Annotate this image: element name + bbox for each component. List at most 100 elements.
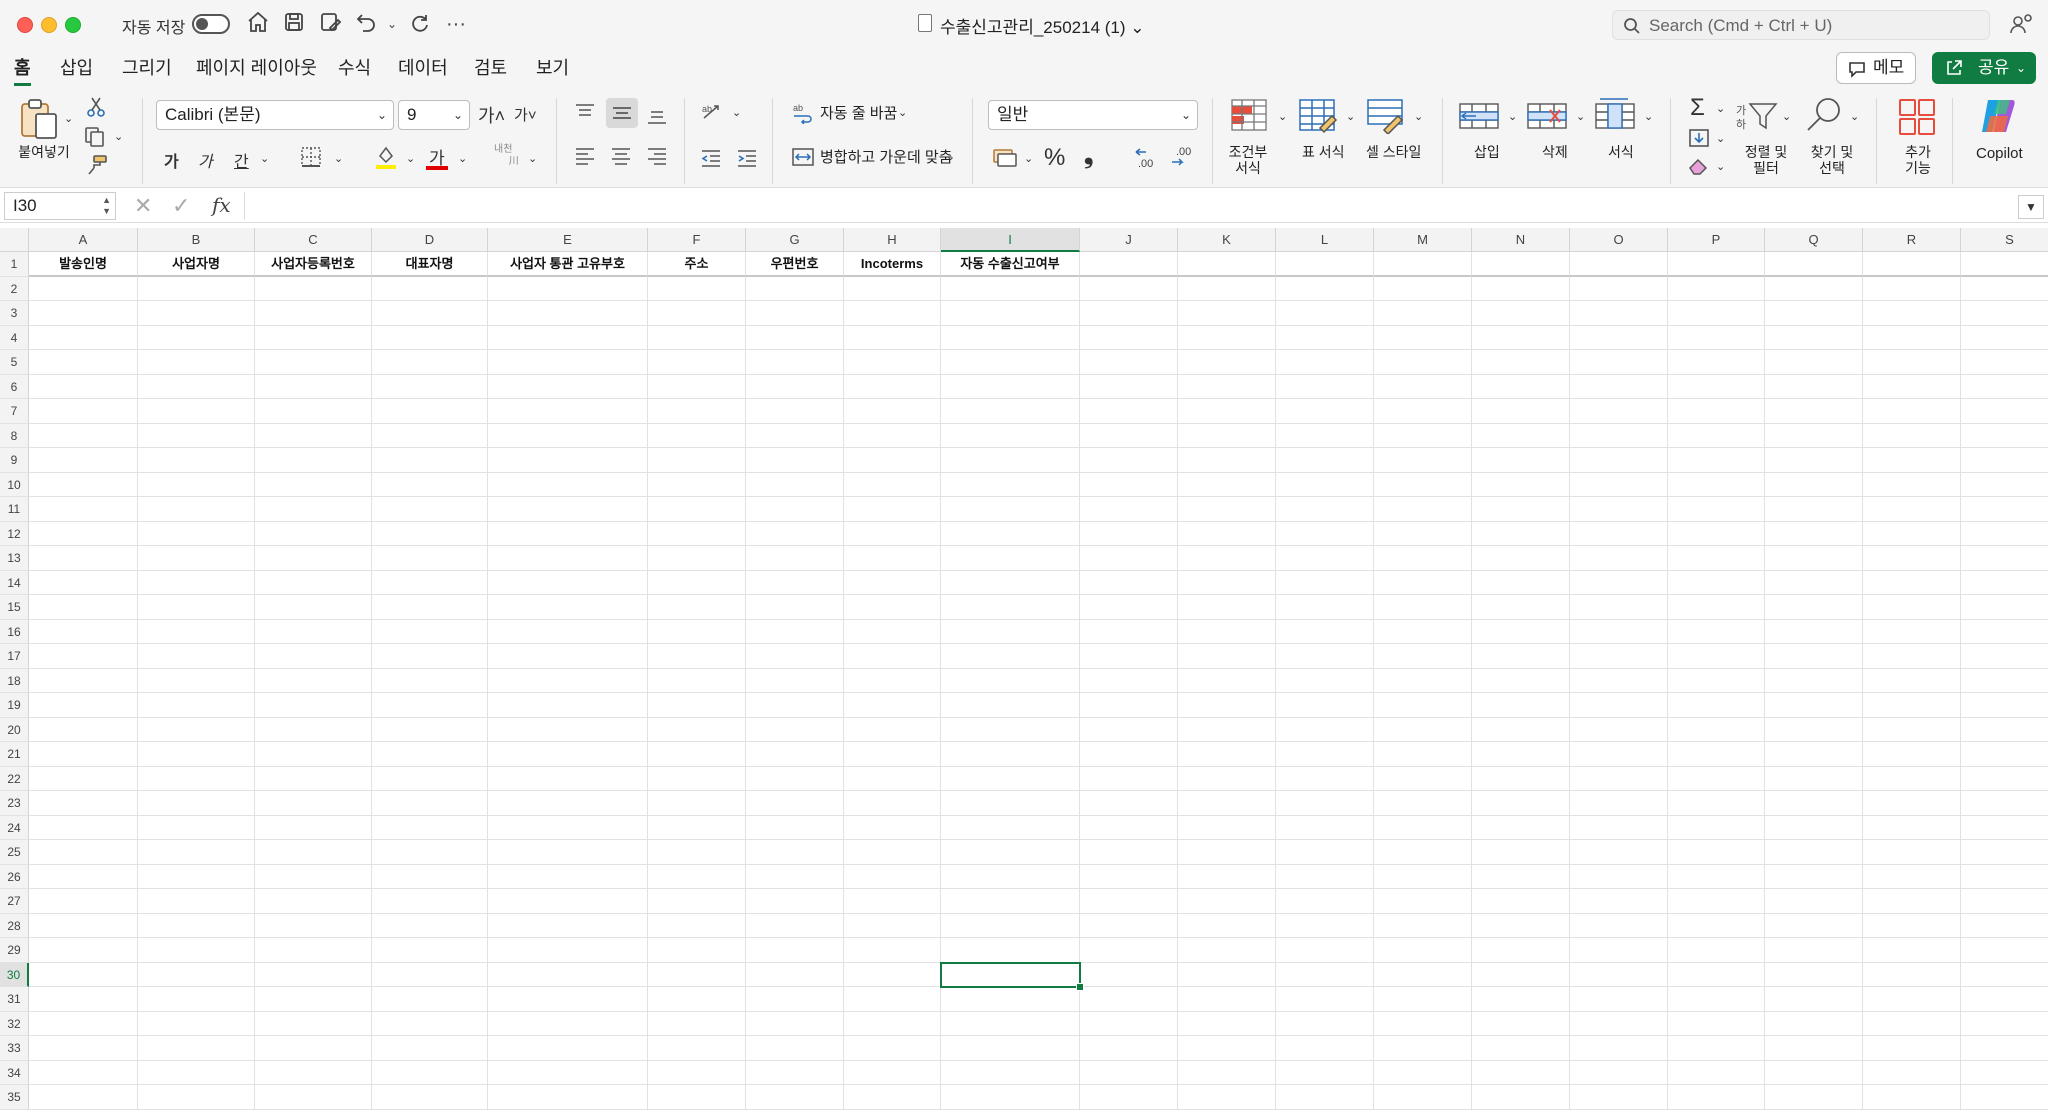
cell-m6[interactable] [1374,374,1472,399]
column-header-s[interactable]: S [1961,228,2048,252]
cell-j35[interactable] [1080,1085,1178,1110]
cell-h29[interactable] [844,938,941,963]
cell-n30[interactable] [1472,962,1570,987]
row-header-33[interactable]: 33 [0,1036,29,1061]
cell-f24[interactable] [648,815,746,840]
cell-h30[interactable] [844,962,941,987]
cell-s10[interactable] [1961,473,2048,497]
cell-i26[interactable] [941,864,1080,889]
cell-k33[interactable] [1178,1036,1276,1061]
cell-g22[interactable] [746,766,844,791]
row-header-35[interactable]: 35 [0,1085,29,1110]
cell-o17[interactable] [1570,644,1668,669]
cell-b2[interactable] [138,276,255,301]
cell-j22[interactable] [1080,766,1178,791]
tab-data[interactable]: 데이터 [398,54,448,86]
cell-q28[interactable] [1765,913,1863,938]
phonetic-dropdown-icon[interactable]: ⌄ [528,152,537,165]
cell-j3[interactable] [1080,301,1178,326]
cell-f13[interactable] [648,546,746,571]
cell-s3[interactable] [1961,301,2048,326]
column-header-h[interactable]: H [844,228,941,252]
wrap-text-label[interactable]: 자동 줄 바꿈 [820,106,897,122]
cell-p10[interactable] [1668,472,1765,497]
cell-q1[interactable] [1765,252,1863,277]
paste-icon[interactable] [18,96,62,147]
cell-q13[interactable] [1765,546,1863,571]
cell-r25[interactable] [1863,840,1961,865]
orientation-icon[interactable]: ab [700,100,726,129]
cell-n27[interactable] [1472,889,1570,914]
cell-d34[interactable] [372,1060,488,1085]
cell-e9[interactable] [488,448,648,473]
spreadsheet-grid[interactable]: A B C D E F G H I J K L M N O P Q R S 1 발송인명 사업자명 사업자등록번호 대표자명 사… [0,228,2048,1113]
active-cell-selection[interactable] [940,961,1084,991]
cell-c30[interactable] [255,962,372,987]
cell-k25[interactable] [1178,840,1276,865]
cell-b3[interactable] [138,301,255,326]
cell-e8[interactable] [488,423,648,448]
cell-p12[interactable] [1668,521,1765,546]
cell-i35[interactable] [941,1085,1080,1110]
cell-j27[interactable] [1080,889,1178,914]
cell-p24[interactable] [1668,815,1765,840]
cell-i24[interactable] [941,815,1080,840]
cell-f29[interactable] [648,938,746,963]
cell-f30[interactable] [648,962,746,987]
cell-i4[interactable] [941,325,1080,350]
cell-c18[interactable] [255,668,372,693]
cell-i16[interactable] [941,619,1080,644]
cell-r8[interactable] [1863,423,1961,448]
cell-p31[interactable] [1668,987,1765,1012]
row-header-24[interactable]: 24 [0,815,29,840]
cell-b33[interactable] [138,1036,255,1061]
cell-e15[interactable] [488,595,648,620]
cell-g27[interactable] [746,889,844,914]
cell-k6[interactable] [1178,374,1276,399]
cell-e14[interactable] [488,570,648,595]
cell-i13[interactable] [941,546,1080,571]
cell-m8[interactable] [1374,423,1472,448]
cell-m16[interactable] [1374,619,1472,644]
cell-k17[interactable] [1178,644,1276,669]
cell-s17[interactable] [1961,644,2048,669]
row-header-11[interactable]: 11 [0,497,29,522]
cell-h7[interactable] [844,399,941,424]
cell-e21[interactable] [488,742,648,767]
cell-b30[interactable] [138,962,255,987]
conditional-format-dropdown-icon[interactable]: ⌄ [1278,110,1287,123]
cell-r16[interactable] [1863,619,1961,644]
cell-o22[interactable] [1570,766,1668,791]
cell-h4[interactable] [844,325,941,350]
cell-p29[interactable] [1668,938,1765,963]
cell-j7[interactable] [1080,399,1178,424]
align-right-icon[interactable] [646,146,668,171]
cell-k34[interactable] [1178,1060,1276,1085]
cell-l11[interactable] [1276,497,1374,522]
cell-g33[interactable] [746,1036,844,1061]
cell-o5[interactable] [1570,350,1668,375]
cell-s28[interactable] [1961,914,2048,938]
wrap-text-dropdown-icon[interactable]: ⌄ [898,106,907,119]
cell-s33[interactable] [1961,1036,2048,1061]
cell-s13[interactable] [1961,546,2048,571]
cell-j12[interactable] [1080,521,1178,546]
cell-d25[interactable] [372,840,488,865]
cell-c23[interactable] [255,791,372,816]
cell-k7[interactable] [1178,399,1276,424]
align-top-icon[interactable] [574,102,596,127]
cell-n31[interactable] [1472,987,1570,1012]
row-header-27[interactable]: 27 [0,889,29,914]
cell-k10[interactable] [1178,472,1276,497]
row-header-22[interactable]: 22 [0,766,29,791]
column-header-n[interactable]: N [1472,228,1570,252]
cell-d23[interactable] [372,791,488,816]
cell-g4[interactable] [746,325,844,350]
row-header-29[interactable]: 29 [0,938,29,963]
cell-l3[interactable] [1276,301,1374,326]
cell-a14[interactable] [29,570,138,595]
cell-s8[interactable] [1961,424,2048,448]
cell-d22[interactable] [372,766,488,791]
cell-o10[interactable] [1570,472,1668,497]
cell-d11[interactable] [372,497,488,522]
